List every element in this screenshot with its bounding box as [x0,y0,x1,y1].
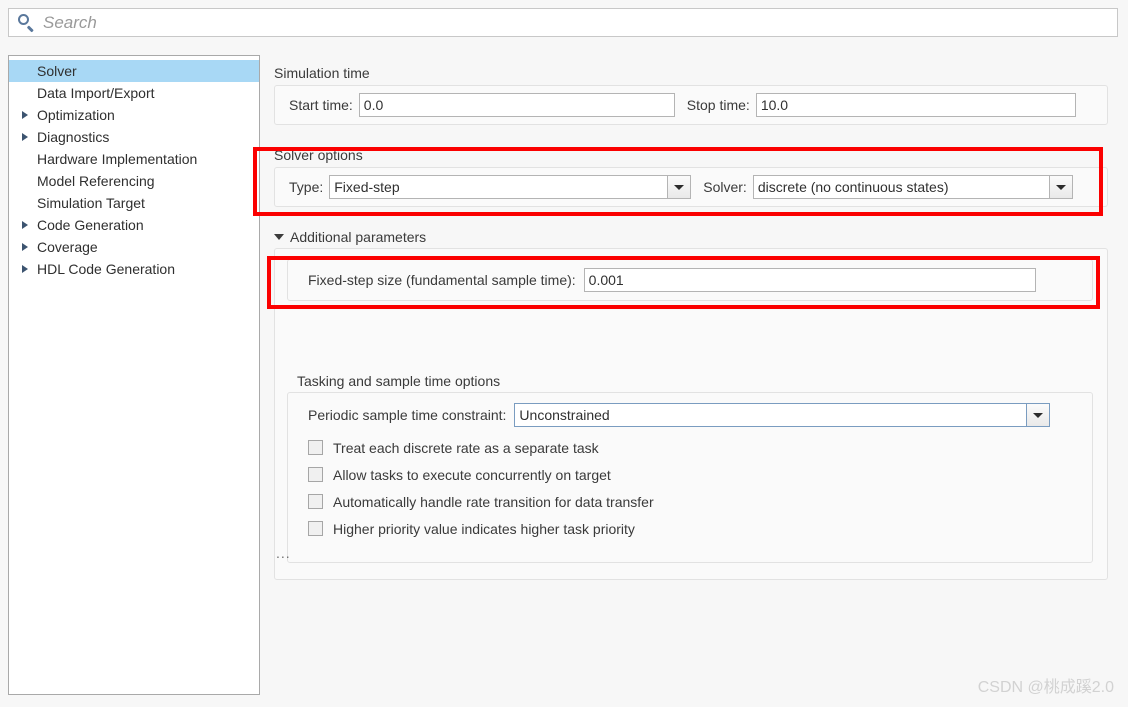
periodic-sample-time-row: Periodic sample time constraint: Unconst… [308,403,1092,427]
sidebar-item-label: Diagnostics [37,129,110,145]
start-time-label: Start time: [289,97,353,113]
additional-parameters-toggle[interactable]: Additional parameters [274,229,426,245]
sidebar-item-label: Data Import/Export [37,85,155,101]
search-input[interactable]: Search [8,8,1118,37]
sidebar-item-hdl-code-generation[interactable]: HDL Code Generation [9,258,259,280]
checkbox-treat-discrete-rate-separate-task[interactable] [308,440,323,455]
checkbox-row[interactable]: Higher priority value indicates higher t… [308,515,1092,542]
sidebar-item-label: Model Referencing [37,173,155,189]
sidebar-item-label: Hardware Implementation [37,151,198,167]
solver-options-group: Type: Fixed-step Solver: discrete (no co… [274,167,1108,207]
simulation-time-group: Start time: 0.0 Stop time: 10.0 [274,85,1108,125]
solver-options-heading: Solver options [274,147,363,163]
periodic-sample-time-value: Unconstrained [514,403,1027,427]
chevron-right-icon[interactable] [17,243,33,251]
sidebar-item-diagnostics[interactable]: Diagnostics [9,126,259,148]
chevron-right-icon[interactable] [17,111,33,119]
sidebar-item-hardware-implementation[interactable]: Hardware Implementation [9,148,259,170]
tasking-options-heading: Tasking and sample time options [297,373,501,389]
search-icon [17,13,35,32]
fixed-step-size-label: Fixed-step size (fundamental sample time… [308,272,576,288]
fixed-step-size-field[interactable]: 0.001 [583,268,1036,292]
additional-parameters-heading: Additional parameters [290,229,427,245]
chevron-down-icon[interactable] [1048,175,1073,199]
sidebar-item-model-referencing[interactable]: Model Referencing [9,170,259,192]
checkbox-label: Higher priority value indicates higher t… [333,520,635,537]
sidebar-item-data-import-export[interactable]: Data Import/Export [9,82,259,104]
periodic-sample-time-dropdown[interactable]: Unconstrained [514,403,1051,427]
chevron-right-icon[interactable] [17,265,33,273]
checkbox-allow-concurrent-tasks[interactable] [308,467,323,482]
solver-name-value: discrete (no continuous states) [752,175,1049,199]
chevron-right-icon[interactable] [17,133,33,141]
sidebar-item-label: Code Generation [37,217,144,233]
fixed-step-group: Fixed-step size (fundamental sample time… [287,259,1093,301]
checkbox-row[interactable]: Treat each discrete rate as a separate t… [308,434,1092,461]
checkbox-label: Automatically handle rate transition for… [333,493,654,510]
periodic-sample-time-label: Periodic sample time constraint: [308,407,507,423]
chevron-down-icon[interactable] [274,234,284,240]
stop-time-field[interactable]: 10.0 [755,93,1076,117]
tasking-options-group: Periodic sample time constraint: Unconst… [287,392,1093,563]
search-placeholder-text: Search [43,13,97,32]
sidebar-item-code-generation[interactable]: Code Generation [9,214,259,236]
settings-category-tree[interactable]: Solver Data Import/Export Optimization D… [8,55,260,695]
sidebar-item-optimization[interactable]: Optimization [9,104,259,126]
simulation-time-heading: Simulation time [274,65,370,81]
sidebar-item-simulation-target[interactable]: Simulation Target [9,192,259,214]
chevron-right-icon[interactable] [17,221,33,229]
chevron-down-icon[interactable] [1026,403,1051,427]
solver-settings-pane: Simulation time Start time: 0.0 Stop tim… [268,55,1120,695]
sidebar-item-label: Optimization [37,107,115,123]
solver-type-value: Fixed-step [329,175,668,199]
overflow-ellipsis[interactable]: ... [276,545,291,561]
sidebar-item-coverage[interactable]: Coverage [9,236,259,258]
start-time-field[interactable]: 0.0 [358,93,675,117]
stop-time-label: Stop time: [686,97,750,113]
checkbox-higher-priority-value[interactable] [308,521,323,536]
chevron-down-icon[interactable] [667,175,692,199]
checkbox-auto-handle-rate-transition[interactable] [308,494,323,509]
watermark-text: CSDN @桃成蹊2.0 [977,679,1114,696]
solver-name-label: Solver: [703,179,747,195]
solver-name-dropdown[interactable]: discrete (no continuous states) [752,175,1073,199]
checkbox-label: Treat each discrete rate as a separate t… [333,439,599,456]
sidebar-item-label: Coverage [37,239,98,255]
checkbox-row[interactable]: Automatically handle rate transition for… [308,488,1092,515]
solver-type-label: Type: [289,179,324,195]
additional-parameters-group: Fixed-step size (fundamental sample time… [274,248,1108,580]
sidebar-item-solver[interactable]: Solver [9,60,259,82]
checkbox-row[interactable]: Allow tasks to execute concurrently on t… [308,461,1092,488]
checkbox-label: Allow tasks to execute concurrently on t… [333,466,611,483]
sidebar-item-label: Simulation Target [37,195,145,211]
sidebar-item-label: HDL Code Generation [37,261,176,277]
sidebar-item-label: Solver [37,63,77,79]
solver-type-dropdown[interactable]: Fixed-step [329,175,692,199]
